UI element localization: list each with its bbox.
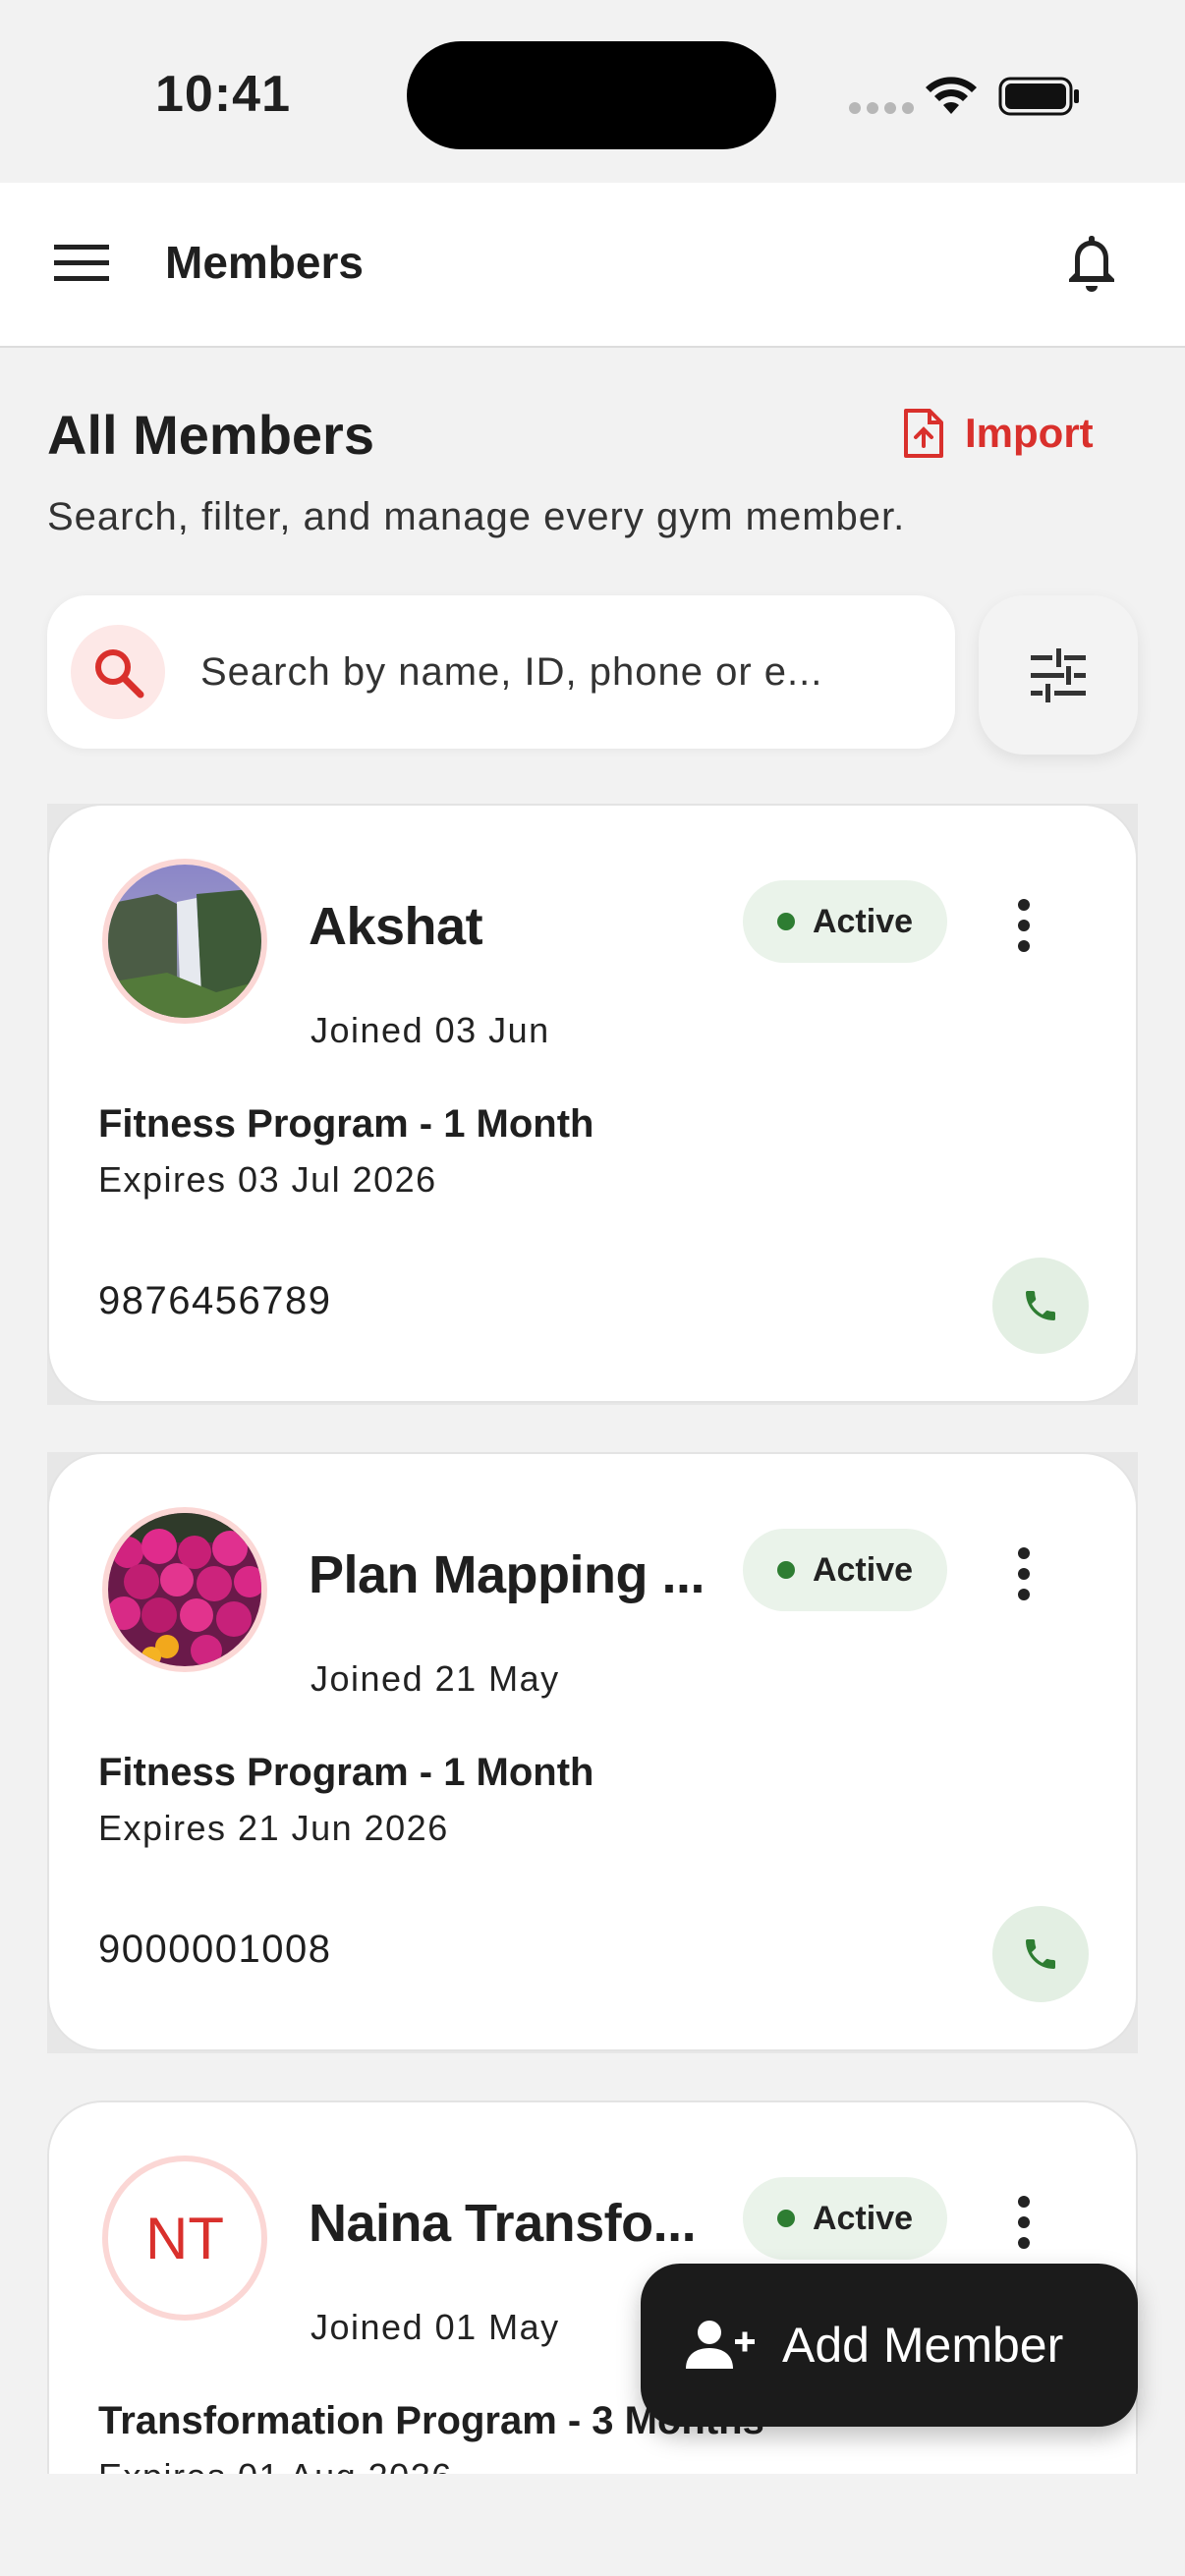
member-name: Naina Transfo... — [309, 2194, 697, 2253]
call-button[interactable] — [992, 1906, 1089, 2002]
plan-expiry: Expires 03 Jul 2026 — [98, 1159, 437, 1200]
joined-date: Joined 21 May — [310, 1658, 560, 1699]
search-icon — [71, 625, 165, 719]
status-label: Active — [812, 2199, 914, 2237]
status-dot — [776, 913, 795, 930]
wifi-icon — [926, 77, 977, 114]
sliders-icon — [1031, 648, 1086, 702]
plan-name: Fitness Program - 1 Month — [98, 1102, 594, 1146]
search-box[interactable] — [47, 595, 955, 749]
avatar: NT — [102, 2156, 267, 2321]
app-bar-title: Members — [165, 237, 364, 288]
call-button[interactable] — [992, 1258, 1089, 1354]
flowers-photo — [108, 1513, 261, 1666]
file-upload-icon — [904, 409, 943, 458]
members-list-viewport[interactable]: All Members Import Search, filter, and m… — [0, 346, 1185, 2474]
status-time: 10:41 — [155, 66, 291, 123]
page-title: All Members — [47, 404, 374, 466]
page-subtitle: Search, filter, and manage every gym mem… — [47, 495, 906, 538]
avatar-initials: NT — [145, 2205, 224, 2271]
phone-icon — [1026, 1939, 1055, 1969]
member-card[interactable]: Akshat Active Joined 03 Jun Fitness Prog… — [47, 804, 1138, 1403]
add-member-label: Add Member — [782, 2318, 1064, 2373]
waterfall-photo — [108, 865, 261, 1018]
status-label: Active — [812, 902, 914, 940]
cellular-signal-icon — [849, 102, 914, 114]
status-bar: 10:41 — [0, 0, 1185, 183]
status-badge: Active — [743, 880, 947, 963]
member-name: Plan Mapping ... — [309, 1545, 705, 1604]
app-bar: Members — [0, 183, 1185, 348]
status-label: Active — [812, 1550, 914, 1589]
plan-name: Fitness Program - 1 Month — [98, 1751, 594, 1794]
phone-number: 9876456789 — [98, 1279, 332, 1322]
more-options-icon[interactable] — [988, 1533, 1059, 1615]
plan-expiry: Expires 21 Jun 2026 — [98, 1808, 449, 1848]
member-card-wrapper: Plan Mapping ... Active Joined 21 May Fi… — [47, 1452, 1138, 2053]
battery-icon — [998, 77, 1079, 116]
more-options-icon[interactable] — [988, 884, 1059, 967]
member-card[interactable]: Plan Mapping ... Active Joined 21 May Fi… — [47, 1452, 1138, 2051]
status-dot — [776, 2210, 795, 2227]
status-badge: Active — [743, 1529, 947, 1611]
menu-icon[interactable] — [51, 232, 112, 293]
avatar — [102, 1507, 267, 1672]
add-member-button[interactable]: Add Member — [641, 2264, 1138, 2427]
add-person-icon — [686, 2321, 755, 2369]
plan-expiry: Expires 01 Aug 2026 — [98, 2456, 453, 2474]
bottom-safe-area — [0, 2474, 1185, 2576]
joined-date: Joined 01 May — [310, 2307, 560, 2347]
joined-date: Joined 03 Jun — [310, 1010, 550, 1050]
status-badge: Active — [743, 2177, 947, 2260]
import-label: Import — [965, 410, 1094, 456]
search-input[interactable] — [200, 644, 928, 700]
notification-bell-icon[interactable] — [1059, 230, 1124, 295]
more-options-icon[interactable] — [988, 2181, 1059, 2264]
member-card-wrapper: Akshat Active Joined 03 Jun Fitness Prog… — [47, 804, 1138, 1405]
phone-number: 9000001008 — [98, 1928, 332, 1971]
dynamic-island — [407, 41, 776, 149]
avatar — [102, 859, 267, 1024]
phone-icon — [1026, 1291, 1055, 1320]
member-name: Akshat — [309, 897, 483, 956]
filter-button[interactable] — [979, 595, 1138, 755]
status-dot — [776, 1561, 795, 1579]
import-button[interactable]: Import — [902, 409, 1094, 458]
